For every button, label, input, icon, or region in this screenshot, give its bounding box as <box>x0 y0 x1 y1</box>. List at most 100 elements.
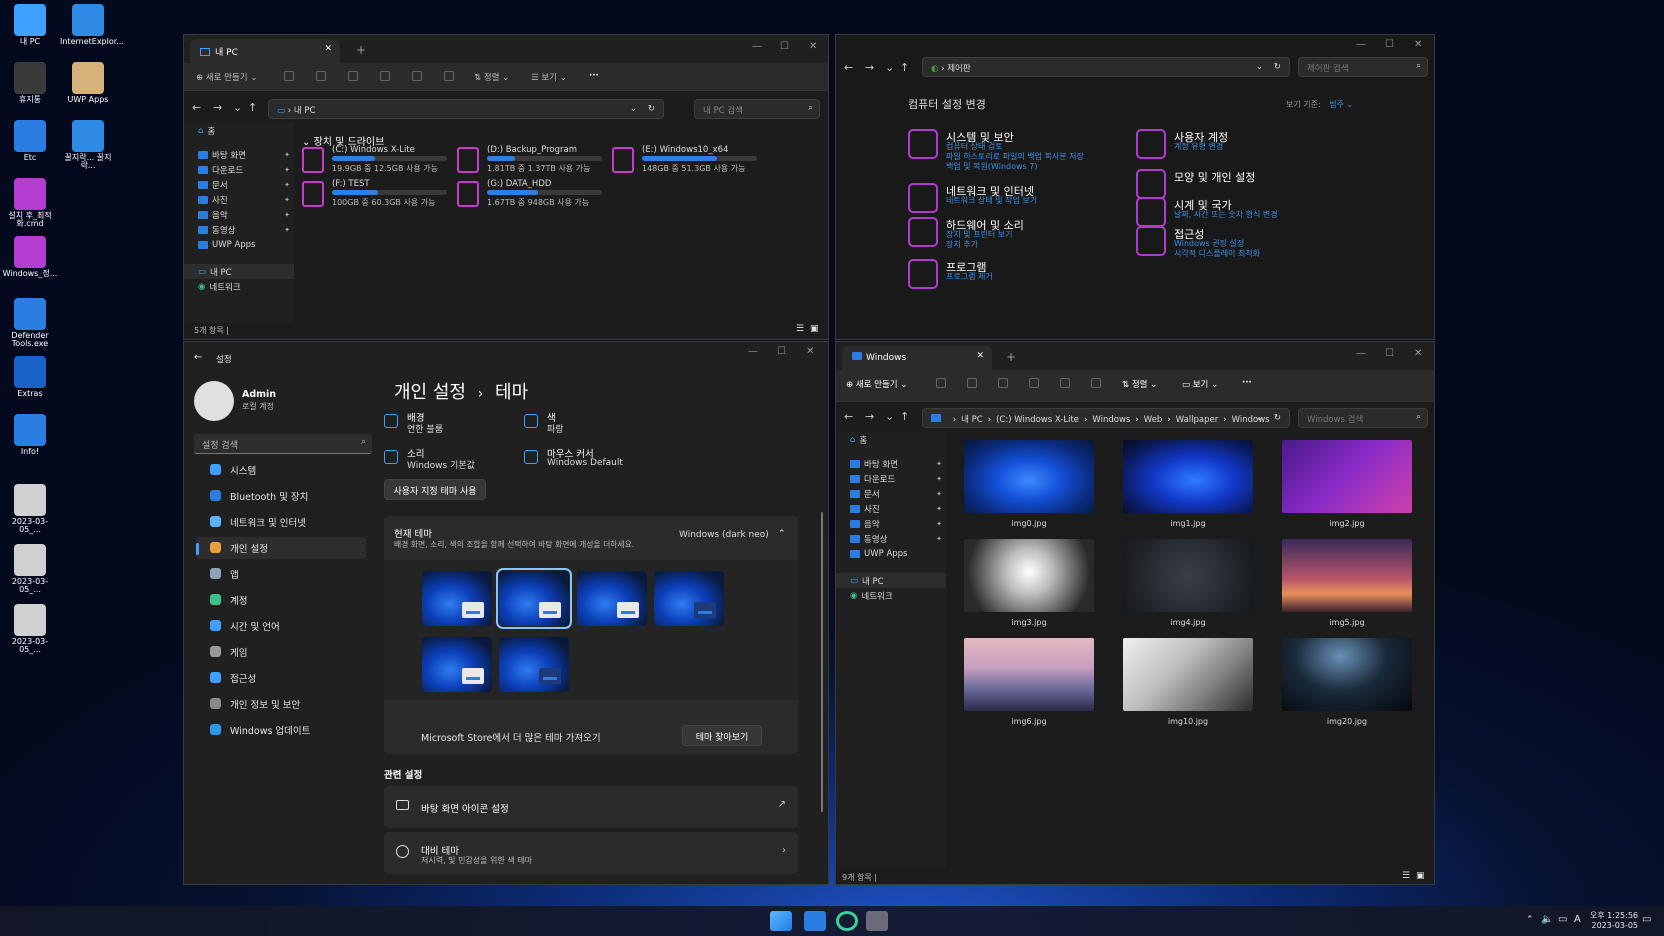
settings-nav-item[interactable]: Bluetooth 및 장치 <box>196 485 366 507</box>
custom-theme-button[interactable]: 사용자 지정 테마 사용 <box>384 479 486 500</box>
nav-this-pc[interactable]: ▭ 내 PC <box>836 573 946 588</box>
nav-quick-item[interactable]: 사진 ✦ <box>184 192 294 207</box>
breadcrumb-item[interactable]: Web <box>1144 415 1163 425</box>
cut-icon[interactable] <box>936 378 946 388</box>
view-button[interactable]: ▭ 보기 ⌄ <box>1182 378 1218 390</box>
clock[interactable]: 오후 1:25:56 2023-03-05 <box>1588 911 1638 932</box>
theme-thumbnail[interactable] <box>654 571 724 626</box>
input-language[interactable]: A <box>1574 914 1581 925</box>
theme-thumbnail[interactable] <box>422 571 492 626</box>
share-icon[interactable] <box>412 71 422 81</box>
minimize-icon[interactable]: — <box>1356 39 1366 50</box>
share-icon[interactable] <box>1060 378 1070 388</box>
close-tab-icon[interactable]: ✕ <box>976 351 984 361</box>
category-link[interactable]: 파일 히스토리로 파일의 백업 복사본 저장 <box>946 152 1084 162</box>
breadcrumb-item[interactable]: Windows <box>1092 415 1130 425</box>
close-icon[interactable]: ✕ <box>809 41 817 52</box>
tab-windows[interactable]: Windows ✕ <box>842 346 992 370</box>
more-button[interactable]: ··· <box>589 71 599 81</box>
close-icon[interactable]: ✕ <box>1414 39 1422 50</box>
category-link[interactable]: 컴퓨터 상태 검토 <box>946 142 1003 152</box>
forward-icon[interactable]: → <box>213 101 222 114</box>
drive-item[interactable]: (G:) DATA_HDD 1.67TB 중 948GB 사용 가능 <box>457 179 607 211</box>
settings-search[interactable]: 설정 검색 ⌕ <box>194 434 372 454</box>
theme-property[interactable]: 소리 Windows 기본값 <box>384 446 514 476</box>
nav-home[interactable]: ⌂ 홈 <box>836 432 946 447</box>
file-item[interactable]: img10.jpg <box>1123 638 1253 730</box>
close-icon[interactable]: ✕ <box>806 346 814 357</box>
file-item[interactable]: img5.jpg <box>1282 539 1412 631</box>
related-setting-item[interactable]: 대비 테마 저시력, 빛 민감성을 위한 색 테마 › <box>384 832 798 874</box>
forward-icon[interactable]: → <box>865 410 874 423</box>
forward-icon[interactable]: → <box>865 61 874 74</box>
recent-icon[interactable]: ⌄ <box>233 101 242 114</box>
network-icon[interactable]: ▭ <box>1558 914 1567 925</box>
chevron-up-icon[interactable]: ⌃ <box>778 529 786 539</box>
copy-icon[interactable] <box>316 71 326 81</box>
settings-nav-item[interactable]: 개인 설정 <box>196 537 366 559</box>
delete-icon[interactable] <box>444 71 454 81</box>
breadcrumb-parent[interactable]: 개인 설정 <box>394 382 466 403</box>
category-link[interactable]: 백업 및 복원(Windows 7) <box>946 162 1037 172</box>
nav-quick-item[interactable]: 바탕 화면 ✦ <box>836 456 946 471</box>
drive-item[interactable]: (F:) TEST 100GB 중 60.3GB 사용 가능 <box>302 179 452 211</box>
desktop-icon[interactable]: 꿀지락... 꿀지락... <box>60 120 116 171</box>
address-bar[interactable]: › 내 PC › (C:) Windows X-Lite › Windows › Web › Wa… <box>922 408 1290 428</box>
address-bar[interactable]: ▭ › 내 PC ⌄ ↻ <box>268 99 664 119</box>
maximize-icon[interactable]: ☐ <box>1385 348 1394 359</box>
recent-icon[interactable]: ⌄ <box>885 61 894 74</box>
maximize-icon[interactable]: ☐ <box>780 41 789 52</box>
minimize-icon[interactable]: — <box>752 41 762 52</box>
tab-this-pc[interactable]: 내 PC ✕ <box>190 39 340 63</box>
related-setting-item[interactable]: 바탕 화면 아이콘 설정 ↗ <box>384 786 798 828</box>
scrollbar[interactable] <box>821 512 823 812</box>
nav-quick-item[interactable]: 동영상 ✦ <box>184 222 294 237</box>
breadcrumb-item[interactable]: (C:) Windows X-Lite <box>996 415 1079 425</box>
desktop-icon[interactable]: 내 PC <box>2 4 58 46</box>
tiles-view-icon[interactable]: ▣ <box>810 324 819 334</box>
notification-icon[interactable]: ▭ <box>1642 914 1651 925</box>
nav-this-pc[interactable]: ▭ 내 PC <box>184 264 294 279</box>
category-title[interactable]: 모양 및 개인 설정 <box>1174 169 1255 185</box>
settings-nav-item[interactable]: 접근성 <box>196 667 366 689</box>
more-button[interactable]: ··· <box>1242 378 1252 388</box>
sort-button[interactable]: ⇅ 정렬 ⌄ <box>1122 378 1157 390</box>
settings-nav-item[interactable]: 게임 <box>196 641 366 663</box>
paste-icon[interactable] <box>998 378 1008 388</box>
nav-quick-item[interactable]: 음악 ✦ <box>836 516 946 531</box>
details-view-icon[interactable]: ☰ <box>796 324 804 334</box>
nav-quick-item[interactable]: 다운로드 ✦ <box>184 162 294 177</box>
drive-item[interactable]: (C:) Windows X-Lite 19.9GB 중 12.5GB 사용 가능 <box>302 145 452 177</box>
dropdown-icon[interactable]: ⌄ <box>1256 413 1263 423</box>
desktop-icon[interactable]: 설치 후_최적화.cmd <box>2 178 58 229</box>
desktop-icon[interactable]: Etc <box>2 120 58 162</box>
breadcrumb-item[interactable]: Windows <box>1232 415 1270 425</box>
minimize-icon[interactable]: — <box>1356 348 1366 359</box>
back-icon[interactable]: ← <box>844 61 853 74</box>
category-item[interactable]: 프로그램 프로그램 제거 <box>908 259 1118 303</box>
search-input[interactable]: Windows 검색 ⌕ <box>1298 408 1428 428</box>
category-link[interactable]: 계정 유형 변경 <box>1174 142 1223 152</box>
category-link[interactable]: 장치 및 프린터 보기 <box>946 230 1013 240</box>
settings-nav-item[interactable]: 개인 정보 및 보안 <box>196 693 366 715</box>
view-by-dropdown[interactable]: 범주 ⌄ <box>1329 100 1353 109</box>
back-icon[interactable]: ← <box>192 101 201 114</box>
paste-icon[interactable] <box>348 71 358 81</box>
theme-thumbnail[interactable] <box>422 637 492 692</box>
nav-home[interactable]: ⌂ 홈 <box>184 123 294 138</box>
desktop-icon[interactable]: 휴지통 <box>2 62 58 104</box>
settings-nav-item[interactable]: 네트워크 및 인터넷 <box>196 511 366 533</box>
nav-network[interactable]: ◉ 네트워크 <box>836 588 946 603</box>
cut-icon[interactable] <box>284 71 294 81</box>
desktop-icon[interactable]: Extras <box>2 356 58 398</box>
category-link[interactable]: 장치 추가 <box>946 240 978 250</box>
search-input[interactable]: 제어판 검색 ⌕ <box>1298 57 1428 77</box>
desktop-icon[interactable]: 2023-03-05_... <box>2 604 58 655</box>
volume-icon[interactable]: 🔈 <box>1541 914 1553 925</box>
desktop-icon[interactable]: 2023-03-05_... <box>2 544 58 595</box>
category-item[interactable]: 시스템 및 보안 컴퓨터 상태 검토 파일 히스토리로 파일의 백업 복사본 저장 백… <box>908 129 1118 173</box>
new-button[interactable]: ⊕ 새로 만들기 ⌄ <box>196 71 257 83</box>
desktop-icon[interactable]: 2023-03-05_... <box>2 484 58 535</box>
address-bar[interactable]: ◐ › 제어판 ⌄ ↻ <box>922 57 1290 77</box>
new-button[interactable]: ⊕ 새로 만들기 ⌄ <box>846 378 907 390</box>
